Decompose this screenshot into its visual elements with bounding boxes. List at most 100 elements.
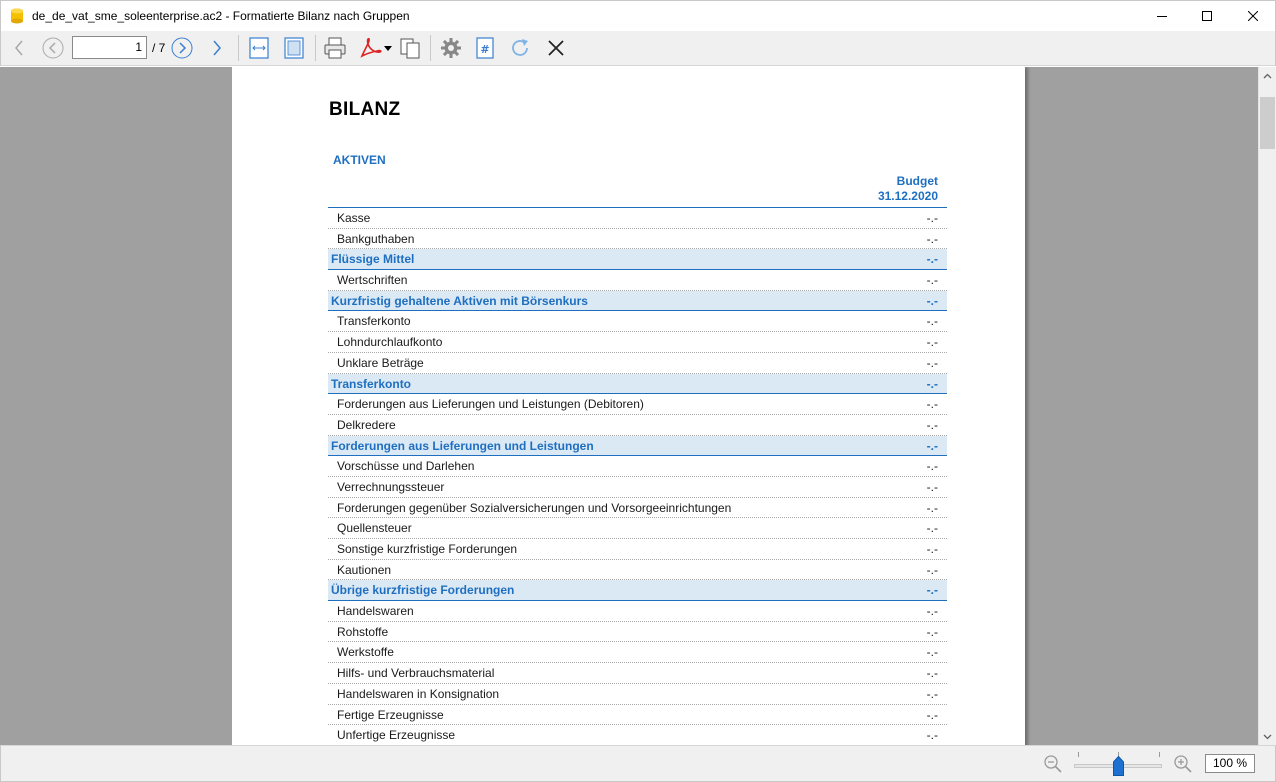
row-value: -.- [926, 583, 938, 598]
row-value: -.- [926, 314, 938, 329]
row-value: -.- [926, 686, 938, 701]
close-icon[interactable] [541, 34, 571, 62]
zoom-slider-thumb[interactable] [1113, 755, 1124, 776]
page-number-icon[interactable]: # [470, 34, 500, 62]
row-value: -.- [926, 417, 938, 432]
document-page: BILANZ AKTIVEN Budget 31.12.2020 Kasse -.… [232, 67, 1025, 745]
row-value: -.- [926, 231, 938, 246]
row-label: Bankguthaben [337, 231, 415, 246]
close-window-button[interactable] [1230, 1, 1276, 31]
row-value: -.- [926, 273, 938, 288]
row-label: Quellensteuer [337, 521, 412, 536]
row-label: Handelswaren in Konsignation [337, 686, 500, 701]
minimize-button[interactable] [1139, 1, 1185, 31]
row-label: Forderungen gegenüber Sozialversicherung… [337, 500, 732, 515]
document-viewport[interactable]: BILANZ AKTIVEN Budget 31.12.2020 Kasse -.… [0, 67, 1258, 745]
group-total-row: Flüssige Mittel -.- [328, 249, 947, 271]
toolbar: 1 / 7 # [0, 31, 1276, 66]
table-row: Lohndurchlaufkonto -.- [328, 332, 947, 353]
row-label: Kautionen [337, 562, 392, 577]
table-row: Quellensteuer -.- [328, 518, 947, 539]
row-label: Kasse [337, 211, 371, 225]
back-icon[interactable] [4, 34, 34, 62]
table-row: Bankguthaben -.- [328, 229, 947, 250]
row-label: Flüssige Mittel [331, 252, 415, 267]
page-total: / 7 [152, 41, 166, 55]
row-value: -.- [926, 728, 938, 743]
fit-page-icon[interactable] [279, 34, 309, 62]
group-total-row: Transferkonto -.- [328, 373, 947, 395]
row-value: -.- [926, 459, 938, 474]
column-header-line2: 31.12.2020 [877, 189, 938, 203]
svg-text:#: # [480, 43, 489, 56]
app-icon [10, 8, 24, 24]
row-value: -.- [926, 521, 938, 536]
maximize-button[interactable] [1184, 1, 1230, 31]
row-value: -.- [926, 479, 938, 494]
table-row: Forderungen gegenüber Sozialversicherung… [328, 498, 947, 519]
table-row: Delkredere -.- [328, 415, 947, 436]
scroll-down-icon[interactable] [1259, 728, 1276, 745]
settings-icon[interactable] [436, 34, 466, 62]
zoom-tick [1078, 752, 1079, 757]
next-page-icon[interactable] [167, 34, 197, 62]
table-row: Rohstoffe -.- [328, 622, 947, 643]
zoom-out-icon[interactable] [1043, 754, 1063, 774]
document-title: BILANZ [329, 99, 401, 120]
group-total-row: Übrige kurzfristige Forderungen -.- [328, 580, 947, 602]
row-label: Wertschriften [337, 273, 408, 288]
copy-icon[interactable] [395, 34, 425, 62]
scroll-up-icon[interactable] [1259, 67, 1276, 84]
row-label: Fertige Erzeugnisse [337, 707, 444, 722]
column-header-line1: Budget [896, 174, 938, 188]
table-row: Handelswaren -.- [328, 601, 947, 622]
section-title: AKTIVEN [333, 153, 386, 167]
table-row: Vorschüsse und Darlehen -.- [328, 456, 947, 477]
row-value: -.- [926, 438, 938, 453]
row-value: -.- [926, 666, 938, 681]
table-row: Wertschriften -.- [328, 270, 947, 291]
report-table: Kasse -.- Bankguthaben -.- Flüssige Mittel -.… [328, 207, 947, 745]
row-value: -.- [926, 624, 938, 639]
table-row: Kautionen -.- [328, 560, 947, 581]
status-bar: 100 % [0, 745, 1276, 782]
row-label: Delkredere [337, 417, 396, 432]
row-label: Kurzfristig gehaltene Aktiven mit Börsen… [331, 293, 588, 308]
group-total-row: Forderungen aus Lieferungen und Leistung… [328, 435, 947, 457]
row-value: -.- [926, 542, 938, 556]
table-row: Kasse -.- [328, 208, 947, 229]
table-row: Forderungen aus Lieferungen und Leistung… [328, 394, 947, 415]
row-label: Werkstoffe [337, 645, 394, 660]
row-value: -.- [926, 562, 938, 577]
table-row: Handelswaren in Konsignation -.- [328, 684, 947, 705]
row-label: Lohndurchlaufkonto [337, 335, 443, 350]
row-label: Übrige kurzfristige Forderungen [331, 583, 515, 598]
forward-icon[interactable] [202, 34, 232, 62]
window-title: de_de_vat_sme_soleenterprise.ac2 - Forma… [32, 9, 410, 23]
row-value: -.- [926, 355, 938, 370]
table-row: Unklare Beträge -.- [328, 353, 947, 374]
print-icon[interactable] [320, 34, 350, 62]
row-value: -.- [926, 293, 938, 308]
zoom-level-field[interactable]: 100 % [1205, 754, 1255, 773]
scrollbar-thumb[interactable] [1260, 97, 1275, 149]
zoom-in-icon[interactable] [1173, 754, 1193, 774]
row-value: -.- [926, 376, 938, 391]
toolbar-divider [315, 35, 316, 61]
fit-width-icon[interactable] [244, 34, 274, 62]
row-label: Forderungen aus Lieferungen und Leistung… [337, 397, 644, 412]
table-row: Unfertige Erzeugnisse -.- [328, 725, 947, 745]
row-value: -.- [926, 645, 938, 660]
page-number-input[interactable]: 1 [72, 36, 147, 59]
pdf-icon[interactable] [357, 34, 393, 62]
table-row: Verrechnungssteuer -.- [328, 477, 947, 498]
vertical-scrollbar[interactable] [1258, 67, 1276, 745]
zoom-tick [1159, 752, 1160, 757]
row-label: Unklare Beträge [337, 355, 424, 370]
refresh-icon[interactable] [505, 34, 535, 62]
prev-page-icon[interactable] [38, 34, 68, 62]
table-row: Werkstoffe -.- [328, 642, 947, 664]
row-label: Transferkonto [337, 314, 411, 329]
table-row: Fertige Erzeugnisse -.- [328, 705, 947, 726]
row-label: Rohstoffe [337, 624, 389, 639]
